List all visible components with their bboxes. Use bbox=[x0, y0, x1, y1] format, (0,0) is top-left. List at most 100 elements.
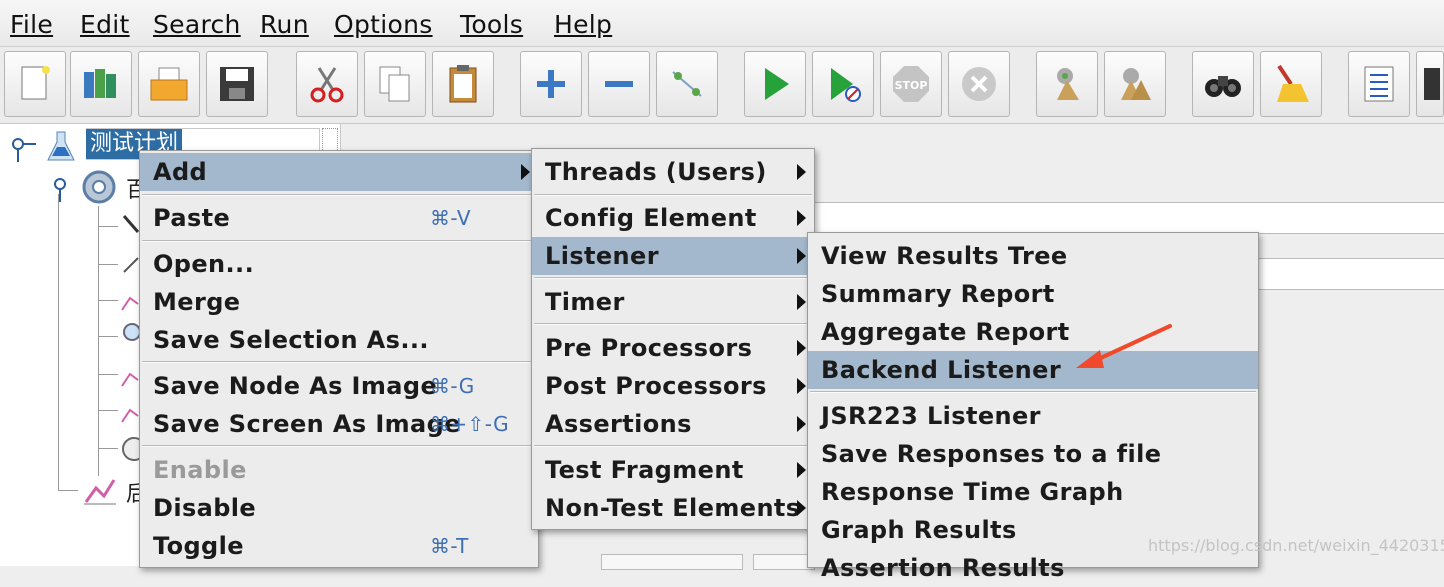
menu-item-post-processors[interactable]: Post Processors bbox=[532, 367, 814, 405]
menu-item-config-label: Config Element bbox=[545, 204, 757, 232]
tree-connector-vertical bbox=[58, 194, 59, 490]
menu-separator bbox=[142, 445, 536, 447]
menu-search-label: Search bbox=[153, 10, 241, 39]
submenu-arrow-icon bbox=[797, 378, 806, 394]
shutdown-button[interactable] bbox=[948, 51, 1010, 117]
paste-icon bbox=[449, 65, 477, 103]
name-field[interactable] bbox=[811, 202, 1444, 234]
clear-all-button[interactable] bbox=[1104, 51, 1166, 117]
clear-button[interactable] bbox=[1036, 51, 1098, 117]
menu-item-merge[interactable]: Merge bbox=[140, 283, 538, 321]
menu-file[interactable]: File bbox=[10, 10, 53, 39]
menu-item-aggregate-report[interactable]: Aggregate Report bbox=[808, 313, 1258, 351]
toggle-shortcut: ⌘-T bbox=[430, 534, 469, 558]
menu-item-listener-label: Listener bbox=[545, 242, 659, 270]
menu-item-view-results-tree[interactable]: View Results Tree bbox=[808, 237, 1258, 275]
menu-item-backend-listener[interactable]: Backend Listener bbox=[808, 351, 1258, 389]
menu-item-pre-processors[interactable]: Pre Processors bbox=[532, 329, 814, 367]
panel-button-2[interactable] bbox=[753, 554, 815, 570]
collapse-all-button[interactable] bbox=[588, 51, 650, 117]
help-button[interactable] bbox=[1416, 51, 1444, 117]
menu-item-assertions[interactable]: Assertions bbox=[532, 405, 814, 443]
new-button[interactable] bbox=[4, 51, 66, 117]
menu-options-label: Options bbox=[334, 10, 433, 39]
menu-item-response-time-graph-label: Response Time Graph bbox=[821, 478, 1124, 506]
menu-item-open[interactable]: Open... bbox=[140, 245, 538, 283]
menu-item-paste[interactable]: Paste ⌘-V bbox=[140, 199, 538, 237]
menu-edit-label: Edit bbox=[80, 10, 130, 39]
menu-item-open-label: Open... bbox=[153, 250, 255, 278]
submenu-arrow-icon bbox=[797, 294, 806, 310]
search-button[interactable] bbox=[1192, 51, 1254, 117]
paste-button[interactable] bbox=[432, 51, 494, 117]
open-button[interactable] bbox=[138, 51, 200, 117]
save-button[interactable] bbox=[206, 51, 268, 117]
cut-button[interactable] bbox=[296, 51, 358, 117]
menu-run[interactable]: Run bbox=[260, 10, 309, 39]
menu-item-save-responses[interactable]: Save Responses to a file bbox=[808, 435, 1258, 473]
toggle-button[interactable] bbox=[656, 51, 718, 117]
tree-connector bbox=[98, 410, 118, 411]
reset-search-button[interactable] bbox=[1260, 51, 1322, 117]
copy-button[interactable] bbox=[364, 51, 426, 117]
expand-icon bbox=[537, 70, 565, 98]
menu-item-non-test-elements[interactable]: Non-Test Elements bbox=[532, 489, 814, 527]
menu-item-config-element[interactable]: Config Element bbox=[532, 199, 814, 237]
submenu-arrow-icon bbox=[797, 248, 806, 264]
menu-item-assertions-label: Assertions bbox=[545, 410, 692, 438]
menu-item-add-label: Add bbox=[153, 158, 208, 186]
stop-button[interactable]: STOP bbox=[880, 51, 942, 117]
menu-item-summary-report[interactable]: Summary Report bbox=[808, 275, 1258, 313]
submenu-arrow-icon bbox=[797, 462, 806, 478]
tree-expand-handle-icon[interactable] bbox=[8, 134, 38, 164]
menu-item-threads[interactable]: Threads (Users) bbox=[532, 153, 814, 191]
listener-submenu: View Results Tree Summary Report Aggrega… bbox=[807, 232, 1259, 582]
toolbar: STOP bbox=[0, 47, 1444, 124]
tree-connector bbox=[98, 336, 118, 337]
menu-item-disable[interactable]: Disable bbox=[140, 489, 538, 527]
menu-item-pre-label: Pre Processors bbox=[545, 334, 753, 362]
menu-item-aggregate-report-label: Aggregate Report bbox=[821, 318, 1070, 346]
start-button[interactable] bbox=[744, 51, 806, 117]
menu-item-threads-label: Threads (Users) bbox=[545, 158, 767, 186]
menu-item-save-selection-as[interactable]: Save Selection As... bbox=[140, 321, 538, 359]
menu-item-save-screen-label: Save Screen As Image bbox=[153, 410, 461, 438]
templates-button[interactable] bbox=[70, 51, 132, 117]
expand-all-button[interactable] bbox=[520, 51, 582, 117]
menu-separator bbox=[142, 361, 536, 363]
watermark: https://blog.csdn.net/weixin_44203158 bbox=[1148, 536, 1444, 555]
menu-item-toggle[interactable]: Toggle ⌘-T bbox=[140, 527, 538, 565]
menu-search[interactable]: Search bbox=[153, 10, 241, 39]
menu-item-merge-label: Merge bbox=[153, 288, 241, 316]
menu-help[interactable]: Help bbox=[554, 10, 612, 39]
menu-tools[interactable]: Tools bbox=[460, 10, 523, 39]
start-no-pause-icon bbox=[831, 68, 861, 102]
function-helper-button[interactable] bbox=[1348, 51, 1410, 117]
menu-item-timer[interactable]: Timer bbox=[532, 283, 814, 321]
toggle-icon bbox=[672, 71, 702, 97]
save-icon bbox=[220, 67, 254, 101]
menu-separator bbox=[142, 240, 536, 242]
tree-connector bbox=[98, 448, 118, 449]
menu-run-label: Run bbox=[260, 10, 309, 39]
menu-options[interactable]: Options bbox=[334, 10, 433, 39]
menu-item-listener[interactable]: Listener bbox=[532, 237, 814, 275]
submenu-arrow-icon bbox=[797, 416, 806, 432]
menu-item-response-time-graph[interactable]: Response Time Graph bbox=[808, 473, 1258, 511]
menu-item-backend-listener-label: Backend Listener bbox=[821, 356, 1062, 384]
menu-item-add[interactable]: Add bbox=[140, 153, 538, 191]
start-no-pauses-button[interactable] bbox=[812, 51, 874, 117]
search-icon bbox=[1205, 76, 1241, 97]
menu-item-save-node-as-image[interactable]: Save Node As Image ⌘-G bbox=[140, 367, 538, 405]
shutdown-icon bbox=[962, 67, 996, 101]
menu-item-timer-label: Timer bbox=[545, 288, 625, 316]
menu-item-save-screen-as-image[interactable]: Save Screen As Image ⌘+⇧-G bbox=[140, 405, 538, 443]
submenu-arrow-icon bbox=[797, 164, 806, 180]
menu-item-enable: Enable bbox=[140, 451, 538, 489]
menu-edit[interactable]: Edit bbox=[80, 10, 130, 39]
panel-button[interactable] bbox=[601, 554, 743, 570]
tree-expand-handle-icon-2[interactable] bbox=[50, 174, 80, 204]
menu-item-test-fragment[interactable]: Test Fragment bbox=[532, 451, 814, 489]
thread-group-gear-icon bbox=[82, 170, 116, 204]
menu-item-jsr223-listener[interactable]: JSR223 Listener bbox=[808, 397, 1258, 435]
